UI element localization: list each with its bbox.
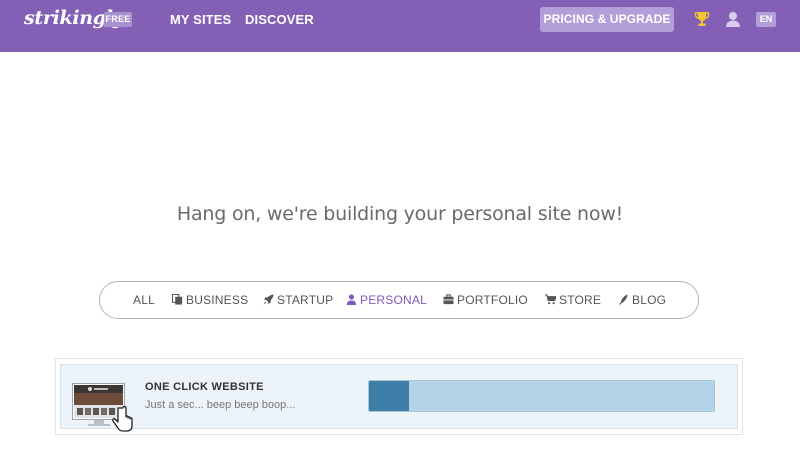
user-icon[interactable]: [725, 11, 741, 27]
category-portfolio-label: PORTFOLIO: [457, 293, 528, 307]
plan-badge: FREE: [104, 12, 132, 27]
category-blog[interactable]: BLOG: [618, 293, 666, 307]
build-progress-panel: ONE CLICK WEBSITE Just a sec... beep bee…: [60, 364, 738, 432]
nav-my-sites-link[interactable]: MY SITES: [170, 12, 231, 27]
category-business[interactable]: BUSINESS: [172, 293, 248, 307]
card-status-text: Just a sec... beep beep boop...: [145, 399, 296, 411]
copy-icon: [172, 294, 183, 305]
category-store[interactable]: STORE: [545, 293, 601, 307]
category-startup-label: STARTUP: [277, 293, 334, 307]
language-selector[interactable]: EN: [756, 12, 776, 27]
nav-discover-link[interactable]: DISCOVER: [245, 12, 314, 27]
category-all[interactable]: ALL: [133, 293, 155, 307]
progress-bar: [368, 380, 715, 412]
category-store-label: STORE: [559, 293, 602, 307]
category-filter-bar: ALL BUSINESS STARTUP PERSONAL PORTFOLIO: [99, 281, 699, 319]
category-personal-label: PERSONAL: [360, 293, 427, 307]
category-personal[interactable]: PERSONAL: [346, 293, 427, 307]
card-title: ONE CLICK WEBSITE: [145, 381, 264, 393]
building-status-heading: Hang on, we're building your personal si…: [176, 203, 624, 225]
category-portfolio[interactable]: PORTFOLIO: [443, 293, 528, 307]
category-startup[interactable]: STARTUP: [263, 293, 333, 307]
person-icon: [346, 294, 357, 305]
build-progress-card: ONE CLICK WEBSITE Just a sec... beep bee…: [55, 358, 743, 435]
top-navigation-bar: strikingly FREE MY SITES DISCOVER PRICIN…: [0, 0, 800, 52]
trophy-icon[interactable]: [694, 11, 710, 27]
rocket-icon: [263, 294, 274, 305]
category-blog-label: BLOG: [632, 293, 667, 307]
pricing-upgrade-button[interactable]: PRICING & UPGRADE: [540, 7, 674, 32]
quill-icon: [618, 294, 628, 305]
category-business-label: BUSINESS: [186, 293, 249, 307]
website-thumbnail-with-cursor-icon: [72, 383, 133, 432]
progress-bar-fill: [369, 381, 409, 411]
briefcase-icon: [443, 294, 454, 305]
cart-icon: [545, 294, 556, 305]
